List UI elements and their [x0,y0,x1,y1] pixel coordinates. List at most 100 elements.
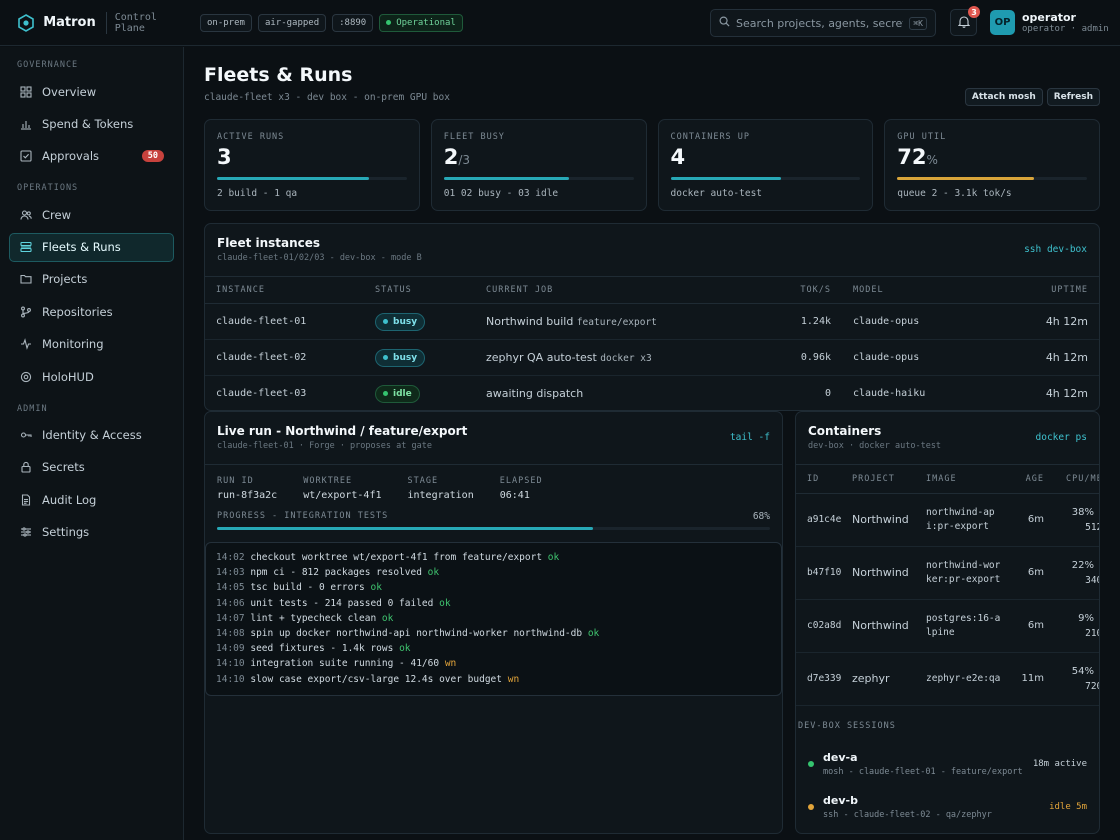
env-pills: on-prem air-gapped :8890 Operational [200,13,463,32]
table-row[interactable]: b47f10 Northwind northwind-worker:pr-expor… [796,546,1099,600]
page-actions: Attach mosh Refresh [964,88,1100,106]
sidebar-item-identity-access[interactable]: Identity & Access [9,421,174,450]
approvals-count-badge: 50 [141,150,164,163]
live-run-panel: Live run - Northwind / feature/export cl… [204,411,783,834]
table-row[interactable]: d7e339zephyrzephyr-e2e:qa11m54%720M [796,652,1099,706]
stat-label: FLEET BUSY [443,132,505,142]
log-line: 14:07 lint + typecheck clean ok [216,612,394,624]
table-row[interactable]: claude-fleet-03 idle awaiting dispatch 0 cl… [205,376,1099,411]
stat-label: ACTIVE RUNS [217,132,285,142]
sidebar-item-projects[interactable]: Projects [9,265,174,294]
column-header[interactable]: CPU/MEM [1050,465,1099,494]
session-name: dev-b [823,794,858,807]
grid-icon [19,85,33,99]
container-id: a91c4e [796,493,852,547]
stat-card-containers-up: CONTAINERS UP 4 docker auto-test [657,119,874,211]
column-header[interactable]: IMAGE [926,465,1010,494]
column-header[interactable]: TOK/S [756,276,853,304]
column-header[interactable]: MODEL [853,276,995,304]
panel-title: Live run - Northwind / feature/export [217,424,468,438]
containers-panel: Containers dev-box · docker auto-test do… [795,411,1100,834]
sidebar-item-secrets[interactable]: Secrets [9,453,174,482]
sessions-list: dev-a mosh - claude-fleet-01 - feature/ex… [796,743,1099,829]
sidebar: GOVERNANCE Overview Spend & Tokens Appro… [0,47,184,840]
user-name: operator [1022,11,1076,24]
sidebar-item-approvals[interactable]: Approvals 50 [9,142,174,171]
sidebar-item-holohud[interactable]: HoloHUD [9,362,174,391]
progress-percent: 68% [752,511,770,522]
server-icon [19,240,33,254]
instance-name: claude-fleet-03 [216,388,307,400]
folder-icon [19,272,33,286]
column-header[interactable]: PROJECT [852,465,926,494]
env-pill: on-prem [200,13,252,32]
refresh-button[interactable]: Refresh [1046,88,1100,106]
sidebar-item-spend-tokens[interactable]: Spend & Tokens [9,109,174,138]
logo-hexagon-icon [16,13,35,33]
sidebar-item-repositories[interactable]: Repositories [9,297,174,326]
column-header[interactable]: ID [796,465,852,494]
stat-progress-bar [897,177,1087,180]
stat-label: GPU UTIL [897,132,947,142]
stat-footnote: 01 02 busy - 03 idle [443,188,559,199]
column-header[interactable]: UPTIME [994,276,1099,304]
env-pill: :8890 [332,13,374,32]
attach-mosh-button[interactable]: Attach mosh [964,88,1043,106]
container-id: d7e339 [796,652,852,706]
stat-card-fleet-busy: FLEET BUSY 2/3 01 02 busy - 03 idle [430,119,647,211]
stat-value: 2/3 [443,145,471,169]
table-row[interactable]: claude-fleet-02 busy zephyr QA auto-test d… [205,339,1099,376]
sidebar-item-settings[interactable]: Settings [9,518,174,547]
brand[interactable]: Matron Control Plane [0,11,190,34]
top-bar: Matron Control Plane on-prem air-gapped … [0,0,1120,46]
sessions-title: DEV-BOX SESSIONS [798,720,896,731]
container-cpu-mem: 9%210M [1050,599,1099,653]
container-age: 6m [1010,493,1050,547]
search-input[interactable]: Search projects, agents, secrets... ⌘K [710,9,936,37]
ssh-dev-box-link[interactable]: ssh dev-box [1024,244,1087,255]
container-image: northwind-worker:pr-export [926,546,1010,600]
table-row[interactable]: c02a8dNorthwindpostgres:16-alpine6m9%210… [796,599,1099,653]
current-job: zephyr QA auto-test docker x3 [486,339,756,376]
sidebar-item-monitoring[interactable]: Monitoring [9,330,174,359]
stat-progress-bar [443,177,634,180]
docker-ps-link[interactable]: docker ps [1036,432,1087,443]
sidebar-item-fleets-runs[interactable]: Fleets & Runs [9,232,174,262]
model-name: claude-opus [853,303,995,340]
column-header[interactable]: STATUS [375,276,486,304]
user-menu[interactable]: OP operator operator · admin [990,10,1109,35]
session-item[interactable]: dev-b ssh - claude-fleet-02 - qa/zephyr id… [796,786,1099,829]
tok-rate: 0.96k [756,339,853,376]
status-dot-icon [383,355,388,360]
column-header[interactable]: INSTANCE [205,276,375,304]
sidebar-item-label: Audit Log [42,492,97,507]
sidebar-item-audit-log[interactable]: Audit Log [9,485,174,514]
uptime: 4h 12m [994,339,1099,376]
status-cell: busy [375,339,486,376]
container-cpu-mem: 54%720M [1050,652,1099,706]
column-header[interactable]: AGE [1010,465,1050,494]
column-header[interactable]: CURRENT JOB [486,276,756,304]
stat-progress-bar [670,177,861,180]
tail-log-link[interactable]: tail -f [730,432,770,443]
tok-rate: 0 [824,388,831,400]
current-job: awaiting dispatch [486,387,584,401]
sidebar-item-crew[interactable]: Crew [9,200,174,229]
run-field: STAGE integration [407,476,474,501]
sidebar-item-overview[interactable]: Overview [9,77,174,106]
fleet-table: INSTANCE STATUS CURRENT JOB TOK/S MODEL … [205,276,1099,411]
container-project: Northwind [852,493,926,547]
table-row[interactable]: claude-fleet-01 busy Northwind build featu… [205,303,1099,340]
run-log: 14:02 checkout worktree wt/export-4f1 fr… [205,542,782,696]
stat-card-active-runs: ACTIVE RUNS 3 2 build - 1 qa [204,119,420,211]
session-item[interactable]: dev-a mosh - claude-fleet-01 - feature/ex… [796,743,1099,786]
log-line: 14:03 npm ci - 812 packages resolved ok [216,567,440,579]
table-row[interactable]: a91c4e Northwind northwind-api:pr-export 6m… [796,493,1099,547]
session-status-dot-icon [808,804,814,810]
notifications-button[interactable]: 3 [950,6,980,36]
log-line: 14:06 unit tests - 214 passed 0 failed o… [216,597,451,609]
app-name: Matron [43,15,96,30]
instance-name: claude-fleet-02 [205,339,375,376]
sidebar-item-label: Crew [42,207,71,222]
notification-count-badge: 3 [968,6,980,18]
